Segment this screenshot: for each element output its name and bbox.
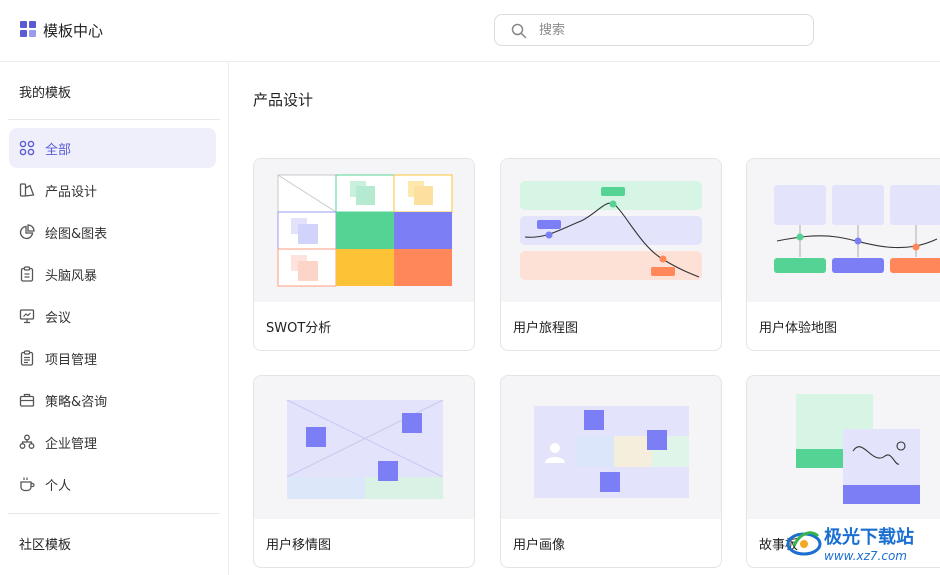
my-templates-heading[interactable]: 我的模板 <box>19 82 71 101</box>
page-title: 模板中心 <box>43 22 104 40</box>
clipboard-list-icon <box>20 350 34 366</box>
watermark: 极光下载站 www.xz7.com <box>782 518 940 575</box>
pie-chart-icon <box>19 224 35 240</box>
briefcase-icon <box>19 393 35 407</box>
presentation-icon <box>19 309 35 324</box>
template-card-swot[interactable]: SWOT分析 <box>253 158 475 351</box>
template-card-title: 用户移情图 <box>266 538 332 553</box>
sidebar-item-meeting[interactable]: 会议 <box>9 296 216 336</box>
watermark-logo-icon <box>786 531 822 556</box>
coffee-cup-icon <box>20 477 35 492</box>
sidebar-item-enterprise[interactable]: 企业管理 <box>9 422 216 462</box>
sidebar-item-project-management[interactable]: 项目管理 <box>9 338 216 378</box>
sidebar-item-strategy[interactable]: 策略&咨询 <box>9 380 216 420</box>
sidebar-item-label: 企业管理 <box>45 437 98 452</box>
template-logo-icon <box>20 21 36 37</box>
sidebar-item-all[interactable]: 全部 <box>9 128 216 168</box>
sidebar-item-label: 个人 <box>45 479 72 494</box>
grid-icon <box>19 140 35 156</box>
template-card-title: 用户画像 <box>513 538 566 553</box>
community-templates-heading[interactable]: 社区模板 <box>19 534 71 553</box>
search-box[interactable] <box>494 14 814 46</box>
sidebar: 我的模板 全部 产品设计 绘图&图表 头脑风暴 会议 项目管理 策略&咨询 企业… <box>0 62 229 575</box>
watermark-url: www.xz7.com <box>824 549 907 563</box>
template-thumbnail <box>254 159 474 302</box>
sidebar-item-charts[interactable]: 绘图&图表 <box>9 212 216 252</box>
product-design-icon <box>19 183 35 197</box>
sidebar-item-personal[interactable]: 个人 <box>9 464 216 504</box>
sidebar-item-label: 绘图&图表 <box>45 227 108 242</box>
sidebar-item-label: 全部 <box>45 143 72 158</box>
section-title: 产品设计 <box>253 91 314 109</box>
template-card-persona[interactable]: 用户画像 <box>500 375 722 568</box>
top-bar: 模板中心 <box>0 0 940 62</box>
sidebar-divider <box>8 513 220 514</box>
sidebar-item-label: 项目管理 <box>45 353 98 368</box>
watermark-text: 极光下载站 <box>824 527 914 548</box>
template-thumbnail <box>501 376 721 519</box>
template-card-title: 用户旅程图 <box>513 321 579 336</box>
template-card-user-journey[interactable]: 用户旅程图 <box>500 158 722 351</box>
org-chart-icon <box>19 434 35 449</box>
template-thumbnail <box>747 159 940 302</box>
search-icon <box>511 23 527 39</box>
sidebar-item-label: 策略&咨询 <box>45 395 108 410</box>
sidebar-item-brainstorm[interactable]: 头脑风暴 <box>9 254 216 294</box>
sidebar-item-label: 头脑风暴 <box>45 269 98 284</box>
search-input[interactable] <box>539 20 799 40</box>
main-content: 产品设计 SWOT分析 用户旅程图 用户体验地图 用户移情图 用户画像 故事板 <box>230 62 940 575</box>
template-thumbnail <box>747 376 940 519</box>
template-card-empathy-map[interactable]: 用户移情图 <box>253 375 475 568</box>
sidebar-divider <box>8 119 220 120</box>
template-thumbnail <box>501 159 721 302</box>
template-card-title: 用户体验地图 <box>759 321 838 336</box>
sidebar-item-product-design[interactable]: 产品设计 <box>9 170 216 210</box>
sidebar-item-label: 会议 <box>45 311 72 326</box>
template-thumbnail <box>254 376 474 519</box>
template-card-ux-map[interactable]: 用户体验地图 <box>746 158 940 351</box>
clipboard-icon <box>20 266 34 282</box>
sidebar-item-label: 产品设计 <box>45 185 98 200</box>
template-card-title: SWOT分析 <box>266 321 332 336</box>
